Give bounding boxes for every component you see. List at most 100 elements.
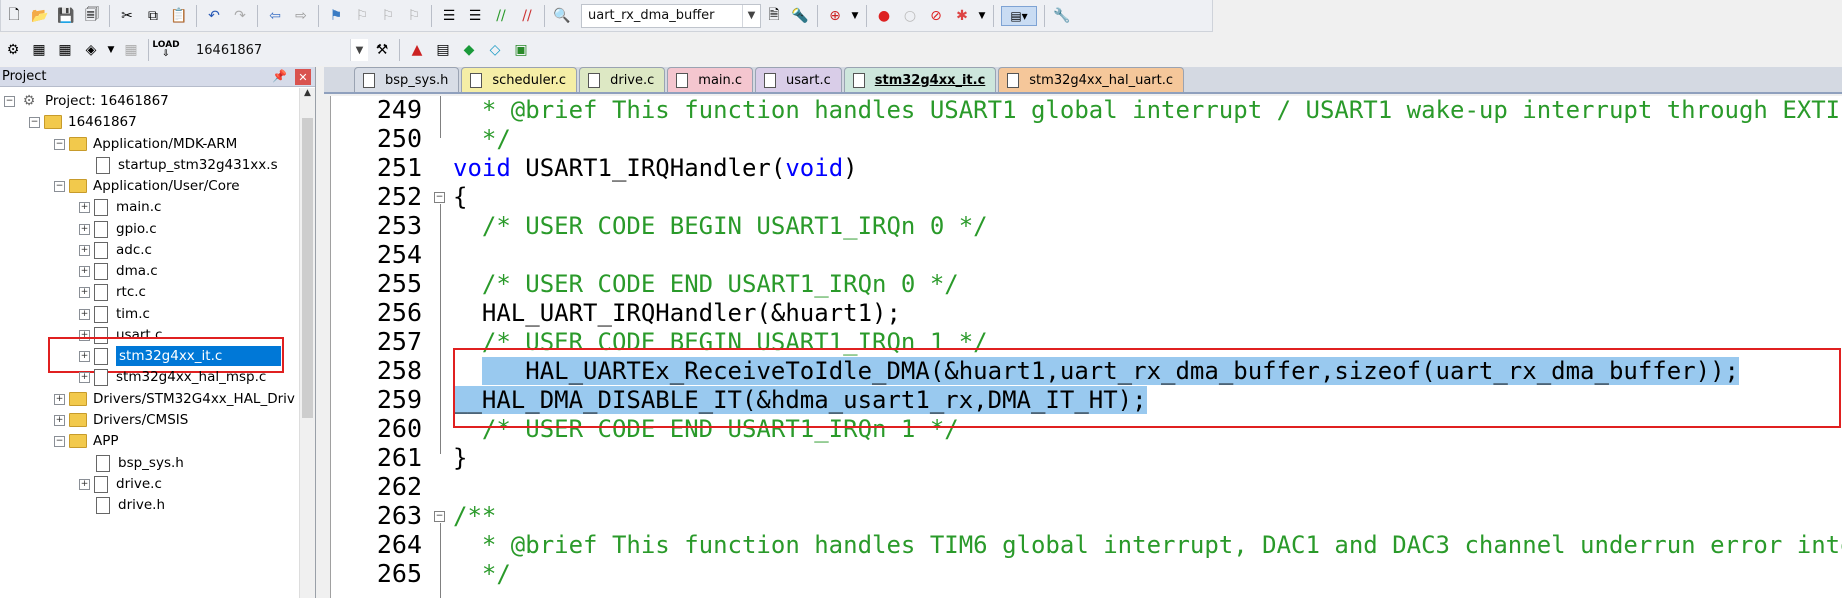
tree-item-file[interactable]: + dma.c	[79, 260, 158, 282]
expand-icon[interactable]: +	[79, 265, 90, 277]
tree-item-file[interactable]: + drive.c	[79, 473, 162, 495]
tab-scheduler-c[interactable]: scheduler.c	[461, 67, 578, 92]
tree-item-file[interactable]: + adc.c	[79, 239, 152, 261]
configure-icon[interactable]: 🔧	[1052, 6, 1072, 26]
tab-bsp-sys-h[interactable]: bsp_sys.h	[354, 67, 460, 92]
cut-icon[interactable]: ✂	[117, 6, 137, 26]
indent-icon[interactable]: ☰	[439, 6, 459, 26]
bookmark-toggle-icon[interactable]: ⚑	[326, 6, 346, 26]
tree-item-group[interactable]: + Drivers/CMSIS	[54, 409, 188, 431]
tab-usart-c[interactable]: usart.c	[755, 67, 842, 92]
debug-session-icon[interactable]: ⊕	[825, 6, 845, 26]
tree-item-file[interactable]: + main.c	[79, 196, 161, 218]
collapse-icon[interactable]: −	[54, 435, 65, 447]
scroll-thumb[interactable]	[302, 118, 313, 418]
collapse-icon[interactable]: −	[54, 138, 65, 150]
tab-drive-c[interactable]: drive.c	[579, 67, 666, 92]
find-icon[interactable]: 🗎	[764, 6, 784, 26]
expand-icon[interactable]: +	[79, 478, 90, 490]
tab-main-c[interactable]: main.c	[667, 67, 754, 92]
chevron-down-icon[interactable]: ▼	[742, 4, 760, 27]
chevron-down-icon[interactable]: ▼	[350, 39, 368, 61]
stop-build-icon[interactable]: ▦	[121, 40, 141, 60]
rebuild-icon[interactable]: ▦	[55, 40, 75, 60]
bookmark-next-icon[interactable]: ⚐	[378, 6, 398, 26]
tree-item-label: drive.h	[118, 497, 166, 513]
tree-item-file[interactable]: + stm32g4xx_hal_msp.c	[79, 366, 266, 388]
project-scrollbar[interactable]: ▲	[299, 88, 315, 598]
manage-project-items-icon[interactable]: ▲	[407, 40, 427, 60]
select-software-packs-icon[interactable]: ◇	[485, 40, 505, 60]
find-in-files-icon[interactable]: 🔍	[552, 6, 572, 26]
navigate-back-icon[interactable]: ⇦	[265, 6, 285, 26]
collapse-icon[interactable]: −	[29, 116, 40, 128]
tab-stm32g4xx-it-c[interactable]: stm32g4xx_it.c	[843, 67, 997, 92]
chevron-down-icon[interactable]: ▼	[978, 6, 986, 26]
tree-item-file[interactable]: + gpio.c	[79, 218, 157, 240]
tree-item-group[interactable]: − APP	[54, 430, 119, 452]
manage-run-time-environment-icon[interactable]: ◆	[459, 40, 479, 60]
scroll-up-icon[interactable]: ▲	[300, 88, 315, 104]
chevron-down-icon[interactable]: ▼	[851, 6, 859, 26]
tree-item-project-root[interactable]: − ⚙ Project: 16461867	[4, 90, 169, 112]
fold-collapse-icon[interactable]: −	[434, 192, 445, 203]
target-combo[interactable]: 16461867 ▼	[189, 38, 369, 62]
tree-item-file[interactable]: drive.h	[96, 494, 165, 516]
pack-installer-icon[interactable]: ▣	[511, 40, 531, 60]
expand-icon[interactable]: +	[79, 244, 90, 256]
expand-icon[interactable]: +	[79, 371, 90, 383]
batch-build-icon[interactable]: ◈	[81, 40, 101, 60]
enable-breakpoint-icon[interactable]: ○	[900, 6, 920, 26]
open-folder-icon[interactable]: 📂	[30, 6, 50, 26]
file-icon	[96, 496, 110, 514]
translate-icon[interactable]: ⚙	[3, 40, 23, 60]
tree-item-target[interactable]: − 16461867	[29, 111, 137, 133]
pin-icon[interactable]: 📌	[272, 69, 287, 83]
build-icon[interactable]: ▦	[29, 40, 49, 60]
expand-icon[interactable]: +	[79, 201, 90, 213]
insert-breakpoint-icon[interactable]: ●	[874, 6, 894, 26]
kill-breakpoints-icon[interactable]: ✱	[952, 6, 972, 26]
save-all-icon[interactable]: 🗐	[82, 6, 102, 26]
fold-line	[440, 96, 441, 124]
tree-item-file[interactable]: startup_stm32g431xx.s	[96, 154, 278, 176]
tree-item-group[interactable]: − Application/User/Core	[54, 175, 240, 197]
save-icon[interactable]: 💾	[56, 6, 76, 26]
comment-icon[interactable]: //	[491, 6, 511, 26]
paste-icon[interactable]: 📋	[169, 6, 189, 26]
fold-collapse-icon[interactable]: −	[434, 511, 445, 522]
code-editor[interactable]: 249 250 251 252 253 254 255 256 257 258 …	[330, 96, 1842, 598]
bookmark-clear-icon[interactable]: ⚐	[404, 6, 424, 26]
expand-icon[interactable]: +	[79, 223, 90, 235]
collapse-icon[interactable]: −	[54, 180, 65, 192]
chevron-down-icon[interactable]: ▼	[107, 40, 115, 60]
close-icon[interactable]: ✕	[295, 69, 311, 85]
expand-icon[interactable]: +	[54, 414, 65, 426]
expand-icon[interactable]: +	[54, 393, 65, 405]
uncomment-icon[interactable]: //	[517, 6, 537, 26]
incremental-find-icon[interactable]: 🔦	[790, 6, 810, 26]
tree-item-group[interactable]: − Application/MDK-ARM	[54, 133, 237, 155]
file-extensions-icon[interactable]: ▤	[433, 40, 453, 60]
bookmark-prev-icon[interactable]: ⚐	[352, 6, 372, 26]
redo-icon[interactable]: ↷	[230, 6, 250, 26]
expand-icon[interactable]: +	[79, 286, 90, 298]
tree-item-group[interactable]: + Drivers/STM32G4xx_HAL_Driv	[54, 388, 295, 410]
line-number: 263	[376, 501, 422, 530]
window-layout-icon[interactable]: ▤▾	[1001, 5, 1037, 26]
disable-breakpoints-icon[interactable]: ⊘	[926, 6, 946, 26]
tree-item-file[interactable]: + rtc.c	[79, 281, 146, 303]
undo-icon[interactable]: ↶	[204, 6, 224, 26]
find-combo[interactable]: uart_rx_dma_buffer ▼	[581, 3, 761, 28]
navigate-forward-icon[interactable]: ⇨	[291, 6, 311, 26]
collapse-icon[interactable]: −	[4, 95, 15, 107]
download-icon[interactable]: LOAD ⇩	[152, 40, 179, 60]
tab-stm32g4xx-hal-uart-c[interactable]: stm32g4xx_hal_uart.c	[998, 67, 1185, 92]
target-options-icon[interactable]: ⚒	[372, 40, 392, 60]
tree-item-file[interactable]: bsp_sys.h	[96, 452, 184, 474]
new-file-icon[interactable]: 🗋	[4, 6, 24, 26]
tree-item-file[interactable]: + tim.c	[79, 303, 150, 325]
expand-icon[interactable]: +	[79, 308, 90, 320]
copy-icon[interactable]: ⧉	[143, 6, 163, 26]
unindent-icon[interactable]: ☰	[465, 6, 485, 26]
